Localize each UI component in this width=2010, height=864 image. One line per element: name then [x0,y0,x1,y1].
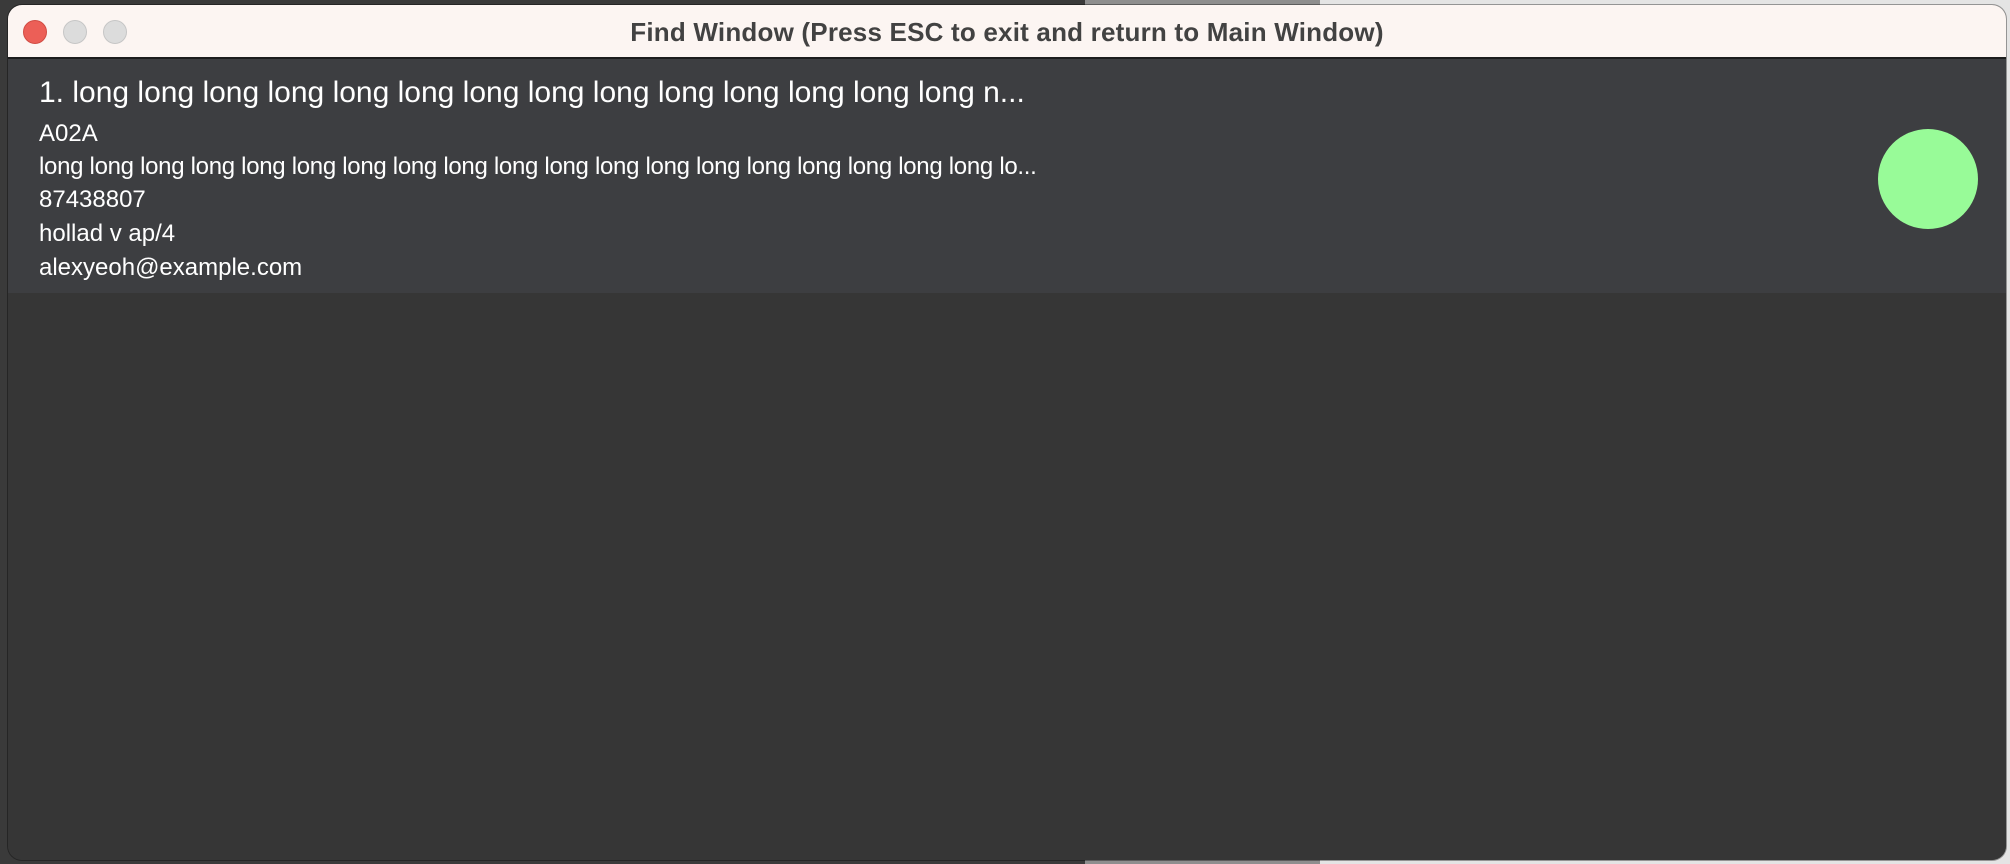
item-code: A02A [39,120,98,147]
item-email: alexyeoh@example.com [39,254,303,281]
list-item[interactable]: 1. long long long long long long long lo… [8,59,2006,293]
item-address: hollad v ap/4 [39,220,176,247]
item-description: long long long long long long long long … [39,153,1037,180]
results-list[interactable]: 1. long long long long long long long lo… [8,59,2006,860]
title-bar[interactable]: Find Window (Press ESC to exit and retur… [8,5,2006,59]
item-phone: 87438807 [39,186,146,213]
item-name: 1. long long long long long long long lo… [39,76,1025,109]
status-indicator [1878,129,1978,229]
window-title: Find Window (Press ESC to exit and retur… [630,17,1384,47]
find-window: Find Window (Press ESC to exit and retur… [8,5,2006,860]
